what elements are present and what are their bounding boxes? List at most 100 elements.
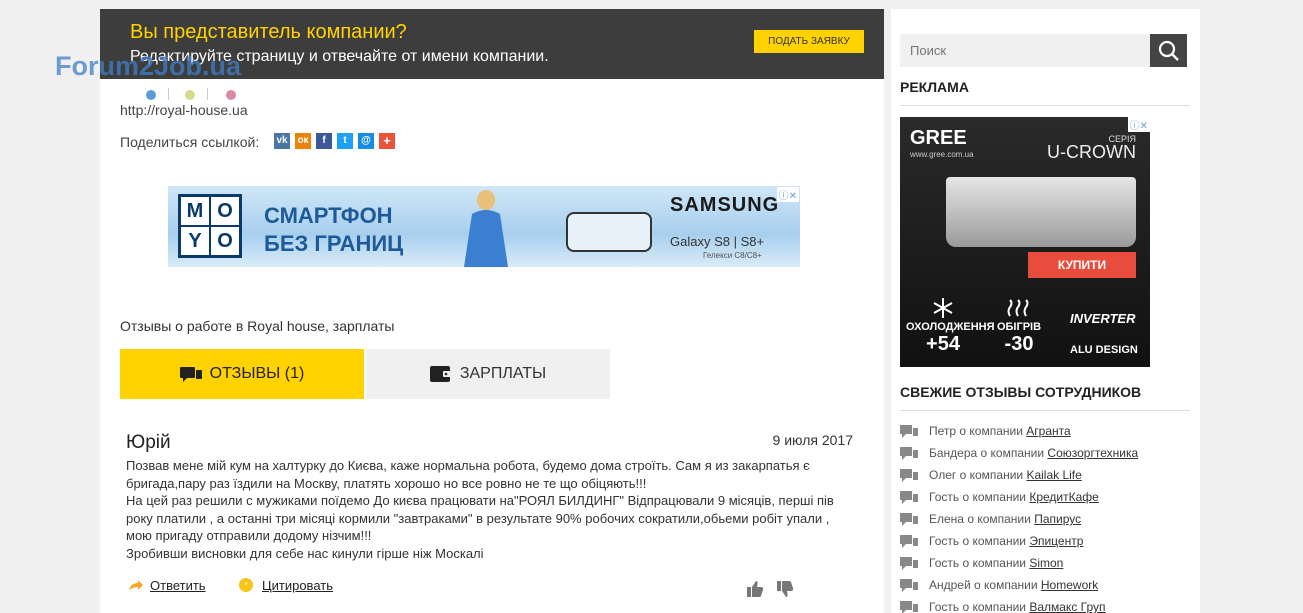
gree-site: www.gree.com.ua	[910, 150, 974, 159]
divider	[900, 410, 1190, 411]
company-link[interactable]: Эпицентр	[1029, 534, 1083, 548]
comment-icon	[900, 447, 918, 460]
review-author-prefix: Гость о компании	[929, 556, 1026, 570]
dot-pink	[226, 90, 236, 100]
tab-reviews[interactable]: ОТЗЫВЫ (1)	[120, 349, 364, 399]
facebook-icon[interactable]: f	[316, 133, 332, 149]
tab-salaries[interactable]: ЗАРПЛАТЫ	[366, 349, 610, 399]
banner-headline-line1: СМАРТФОН	[264, 203, 393, 228]
banner-headline-line2: БЕЗ ГРАНИЦ	[264, 231, 404, 256]
ads-title: РЕКЛАМА	[900, 79, 969, 95]
review-author-prefix: Петр о компании	[929, 424, 1023, 438]
reviews-icon	[179, 366, 202, 382]
moyo-letter: O	[211, 197, 239, 225]
gree-ad[interactable]: GREE www.gree.com.ua СЕРІЯ U-CROWN КУПИТ…	[900, 117, 1150, 367]
review-author-prefix: Андрей о компании	[929, 578, 1038, 592]
reviews-section-title: Отзывы о работе в Royal house, зарплаты	[120, 318, 395, 334]
dot-separator	[168, 88, 169, 100]
reply-link[interactable]: Ответить	[150, 578, 206, 593]
company-link[interactable]: Папирус	[1034, 512, 1081, 526]
fresh-reviews-title: СВЕЖИЕ ОТЗЫВЫ СОТРУДНИКОВ	[900, 384, 1142, 400]
buy-button[interactable]: КУПИТИ	[1028, 252, 1136, 278]
decorative-dots	[146, 88, 246, 102]
submit-request-button[interactable]: ПОДАТЬ ЗАЯВКУ	[754, 30, 864, 53]
company-link[interactable]: Агранта	[1026, 424, 1070, 438]
site-logo[interactable]: Forum2Job.ua	[55, 51, 241, 82]
moyo-letter: Y	[181, 227, 209, 255]
odnoklassniki-icon[interactable]: ок	[295, 133, 311, 149]
gree-logo: GREE	[910, 127, 967, 149]
search-icon	[1158, 40, 1179, 61]
company-link[interactable]: Союзоргтехника	[1047, 446, 1138, 460]
mail-icon[interactable]: @	[358, 133, 374, 149]
company-website-link[interactable]: http://royal-house.ua	[120, 102, 248, 118]
company-link[interactable]: Simon	[1029, 556, 1063, 570]
comment-icon	[900, 579, 918, 592]
tab-salaries-label: ЗАРПЛАТЫ	[459, 365, 547, 382]
share-label: Поделиться ссылкой:	[120, 134, 260, 150]
moyo-samsung-banner-ad[interactable]: M O Y O СМАРТФОН БЕЗ ГРАНИЦ SAMSUNG Gala…	[168, 186, 800, 267]
dot-blue	[146, 90, 156, 100]
comment-icon	[900, 469, 918, 482]
list-item: Гость о компании Эпицентр	[900, 530, 1190, 552]
dot-green	[185, 90, 195, 100]
comment-icon	[900, 535, 918, 548]
twitter-icon[interactable]: t	[337, 133, 353, 149]
galaxy-note: Гелекси С8/С8+	[703, 251, 762, 260]
sidebar: РЕКЛАМА GREE www.gree.com.ua СЕРІЯ U-CRO…	[891, 9, 1200, 613]
review-paragraph: Зробивши висновки для себе нас кинули гі…	[126, 545, 484, 561]
divider	[900, 105, 1190, 106]
ad-close-icon[interactable]: ⓘ✕	[776, 187, 799, 202]
inverter-label: INVERTER	[1070, 311, 1136, 326]
list-item: Гость о компании КредитКафе	[900, 486, 1190, 508]
review-author-prefix: Бандера о компании	[929, 446, 1045, 460]
thumbs-down-icon[interactable]	[776, 580, 794, 598]
review-author-prefix: Гость о компании	[929, 600, 1026, 613]
phone-image	[566, 212, 652, 252]
list-item: Бандера о компании Союзоргтехника	[900, 442, 1190, 464]
review-author-prefix: Олег о компании	[929, 468, 1024, 482]
comment-icon	[900, 513, 918, 526]
reply-icon[interactable]	[128, 577, 144, 593]
quote-icon[interactable]: ”	[238, 577, 254, 593]
cooling-value: +54	[926, 333, 960, 355]
comment-icon	[900, 491, 918, 504]
cooling-label: ОХОЛОДЖЕННЯ	[906, 321, 995, 333]
review-paragraph: На цей раз решили с мужиками поїдемо До …	[126, 493, 834, 543]
review-date: 9 июля 2017	[772, 432, 853, 448]
thumbs-up-icon[interactable]	[746, 580, 764, 598]
search-button[interactable]	[1150, 34, 1187, 67]
company-link[interactable]: КредитКафе	[1029, 490, 1099, 504]
list-item: Петр о компании Агранта	[900, 420, 1190, 442]
alu-design-label: ALU DESIGN	[1070, 344, 1138, 356]
company-link[interactable]: Kailak Life	[1026, 468, 1081, 482]
vk-icon[interactable]: vk	[274, 133, 290, 149]
company-link[interactable]: Homework	[1041, 578, 1098, 592]
list-item: Олег о компании Kailak Life	[900, 464, 1190, 486]
galaxy-label: Galaxy S8 | S8+	[670, 234, 765, 249]
company-link[interactable]: Валмакс Груп	[1029, 600, 1105, 613]
comment-icon	[900, 601, 918, 613]
list-item: Елена о компании Папирус	[900, 508, 1190, 530]
plus-icon[interactable]: +	[379, 133, 395, 149]
gree-model: U-CROWN	[1047, 142, 1136, 162]
heat-icon	[1007, 299, 1029, 317]
heating-value: -30	[1004, 333, 1034, 355]
svg-text:”: ”	[245, 581, 248, 591]
review-text: Позвав мене мій кум на халтурку до Києва…	[126, 457, 856, 562]
promo-title: Вы представитель компании?	[130, 21, 407, 43]
comment-icon	[900, 557, 918, 570]
review-paragraph: Позвав мене мій кум на халтурку до Києва…	[126, 458, 810, 491]
comment-icon	[900, 425, 918, 438]
heating-feature: ОБІГРІВ -30	[986, 321, 1052, 356]
wallet-icon	[429, 365, 452, 382]
tab-reviews-label: ОТЗЫВЫ (1)	[209, 365, 305, 382]
list-item: Гость о компании Валмакс Груп	[900, 596, 1190, 613]
search-input[interactable]	[900, 34, 1150, 67]
quote-link[interactable]: Цитировать	[262, 578, 333, 593]
snowflake-icon	[933, 298, 953, 318]
ad-close-icon[interactable]: ⓘ✕	[1127, 117, 1150, 132]
dot-separator	[207, 88, 208, 100]
samsung-logo: SAMSUNG	[670, 194, 780, 216]
review-author: Юрій	[126, 432, 171, 453]
